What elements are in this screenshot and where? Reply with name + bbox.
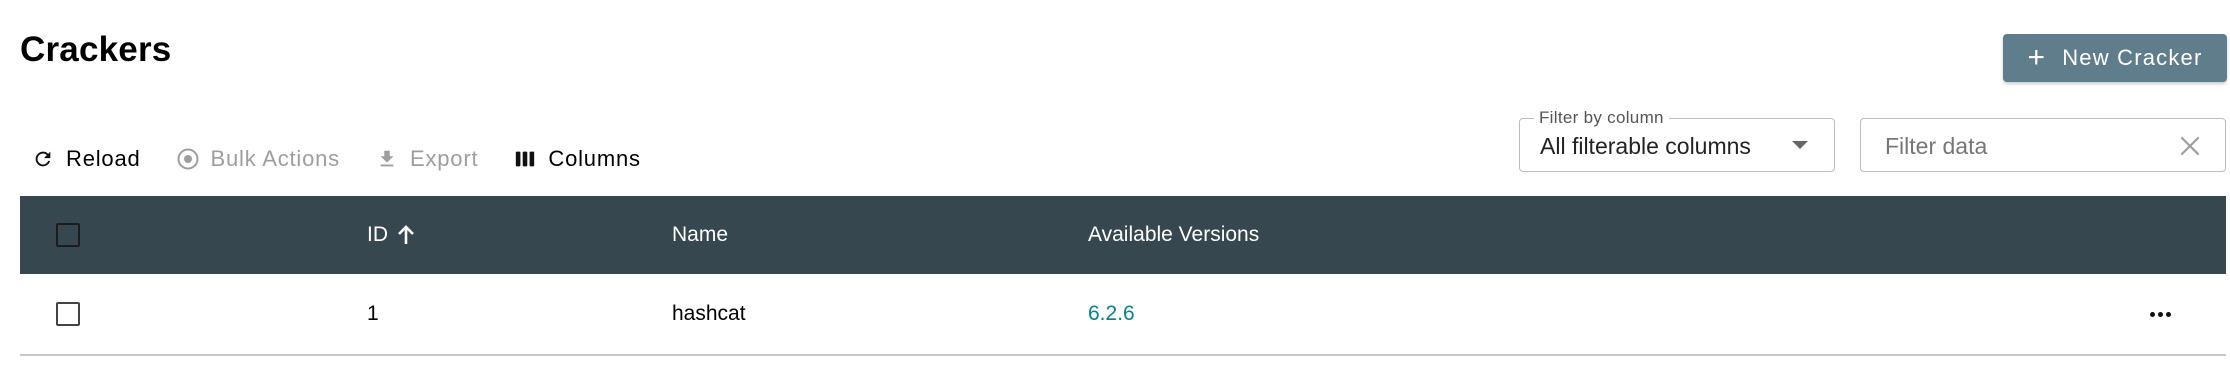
row-id: 1 — [367, 302, 379, 325]
more-actions-icon[interactable] — [2144, 306, 2177, 323]
filter-by-column-value: All filterable columns — [1540, 133, 1751, 159]
column-header-name[interactable]: Name — [672, 196, 728, 274]
download-icon — [374, 146, 400, 172]
filter-by-column-select[interactable]: Filter by column All filterable columns — [1519, 108, 1835, 172]
column-header-id[interactable]: ID — [367, 196, 416, 274]
columns-icon — [512, 146, 538, 172]
reload-label: Reload — [66, 146, 141, 171]
crackers-page: Crackers + New Cracker Reload Bulk Actio… — [0, 0, 2230, 370]
column-header-versions[interactable]: Available Versions — [1088, 196, 1259, 274]
row-checkbox[interactable] — [56, 302, 80, 326]
filter-data-field — [1860, 118, 2226, 172]
radio-target-icon — [175, 146, 201, 172]
plus-icon: + — [2027, 41, 2047, 74]
bulk-actions-label: Bulk Actions — [210, 146, 340, 171]
reload-icon — [30, 146, 56, 172]
sort-ascending-icon — [396, 224, 416, 246]
table-header: ID Name Available Versions — [20, 196, 2226, 274]
columns-button[interactable]: Columns — [512, 146, 640, 172]
new-cracker-label: New Cracker — [2062, 45, 2203, 70]
filter-data-input[interactable] — [1883, 129, 2147, 163]
bulk-actions-button[interactable]: Bulk Actions — [175, 146, 340, 172]
table-row: 1 hashcat 6.2.6 — [20, 274, 2226, 356]
version-link[interactable]: 6.2.6 — [1088, 302, 1135, 326]
new-cracker-button[interactable]: + New Cracker — [2003, 34, 2227, 82]
crackers-table: ID Name Available Versions 1 hashcat 6.2… — [20, 196, 2226, 356]
column-header-versions-label: Available Versions — [1088, 223, 1260, 246]
row-versions-cell: 6.2.6 — [1088, 274, 1135, 354]
clear-icon[interactable] — [2177, 133, 2203, 159]
row-actions-cell — [2144, 274, 2177, 354]
column-header-name-label: Name — [672, 223, 729, 246]
export-button[interactable]: Export — [374, 146, 478, 172]
dropdown-arrow-icon — [1792, 141, 1808, 149]
select-all-cell — [56, 196, 80, 274]
table-toolbar: Reload Bulk Actions Export Columns — [30, 145, 675, 173]
export-label: Export — [409, 146, 479, 171]
row-select-cell — [56, 274, 80, 354]
column-header-id-label: ID — [367, 223, 388, 246]
select-all-checkbox[interactable] — [56, 223, 80, 247]
columns-label: Columns — [548, 146, 641, 171]
filter-by-column-label: Filter by column — [1534, 108, 1669, 128]
row-name: hashcat — [672, 302, 746, 325]
page-title: Crackers — [20, 30, 172, 69]
reload-button[interactable]: Reload — [30, 146, 141, 172]
